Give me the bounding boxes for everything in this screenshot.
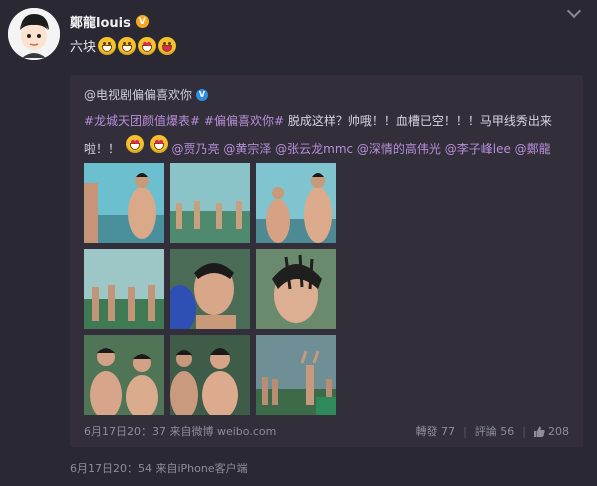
author-name[interactable]: 鄭龍louis [70,12,131,31]
duo-photo-icon [84,335,164,415]
photo-thumbnail[interactable] [170,335,250,415]
thumbs-up-icon [534,426,545,437]
beach-photo-icon [256,163,336,243]
photo-thumbnail[interactable] [256,335,336,415]
verified-blue-badge-icon: V [196,88,209,101]
group-photo-icon [170,163,250,243]
divider: | [522,424,526,438]
closeup-photo-icon [256,249,336,329]
heart-eyes-emoji-icon [138,36,157,55]
avatar[interactable] [8,8,60,60]
tongue-emoji-icon [158,36,177,55]
repost-text-line-1: #龙城天团颜值爆表# #偏偏喜欢你# 脱成这样？帅哦！！血槽已空！！！马甲线秀出… [84,107,574,135]
repost-stats: 轉發 77 | 評論 56 | 208 [416,423,569,439]
heart-eyes-emoji-icon [125,135,144,153]
avatar-cartoon-icon [8,8,60,60]
chevron-down-icon[interactable] [566,3,582,19]
hashtag-link[interactable]: #偏偏喜欢你# [204,114,284,128]
like-button[interactable]: 208 [534,425,569,438]
like-count: 208 [548,424,569,438]
post-text: 六块 [70,36,177,55]
repost-author-name[interactable]: @电视剧偏偏喜欢你 [84,86,192,103]
photo-thumbnail[interactable] [170,163,250,243]
verified-badge-icon: V [135,15,149,28]
photo-thumbnail[interactable] [170,249,250,329]
closeup-photo-icon [170,249,250,329]
post-author[interactable]: 鄭龍louis V [70,12,149,31]
group-photo-icon [256,335,336,415]
duo-photo-icon [170,335,250,415]
divider: | [463,424,467,438]
repost-count-link[interactable]: 轉發 77 [416,423,456,439]
photo-thumbnail[interactable] [84,335,164,415]
hashtag-link[interactable]: #龙城天团颜值爆表# [84,114,200,128]
repost-card[interactable]: @电视剧偏偏喜欢你 V #龙城天团颜值爆表# #偏偏喜欢你# 脱成这样？帅哦！！… [70,75,583,447]
heart-eyes-emoji-icon [149,135,168,153]
repost-meta[interactable]: 6月17日20：37 来自微博 weibo.com [84,423,276,439]
grin-emoji-icon [118,36,137,55]
post-text-content: 六块 [70,40,97,55]
photo-thumbnail[interactable] [84,249,164,329]
post-footer[interactable]: 6月17日20：54 来自iPhone客户端 [70,460,248,476]
photo-thumbnail[interactable] [256,163,336,243]
repost-text-body: 脱成这样？帅哦！！血槽已空！！！马甲线秀出来 [287,114,552,128]
beach-photo-icon [84,163,164,243]
repost-text-end: 啦！！ [84,142,121,156]
grin-emoji-icon [98,36,117,55]
comment-count-link[interactable]: 評論 56 [475,423,515,439]
photo-thumbnail[interactable] [256,249,336,329]
photo-thumbnail[interactable] [84,163,164,243]
repost-author[interactable]: @电视剧偏偏喜欢你 V [84,86,209,103]
group-photo-icon [84,249,164,329]
